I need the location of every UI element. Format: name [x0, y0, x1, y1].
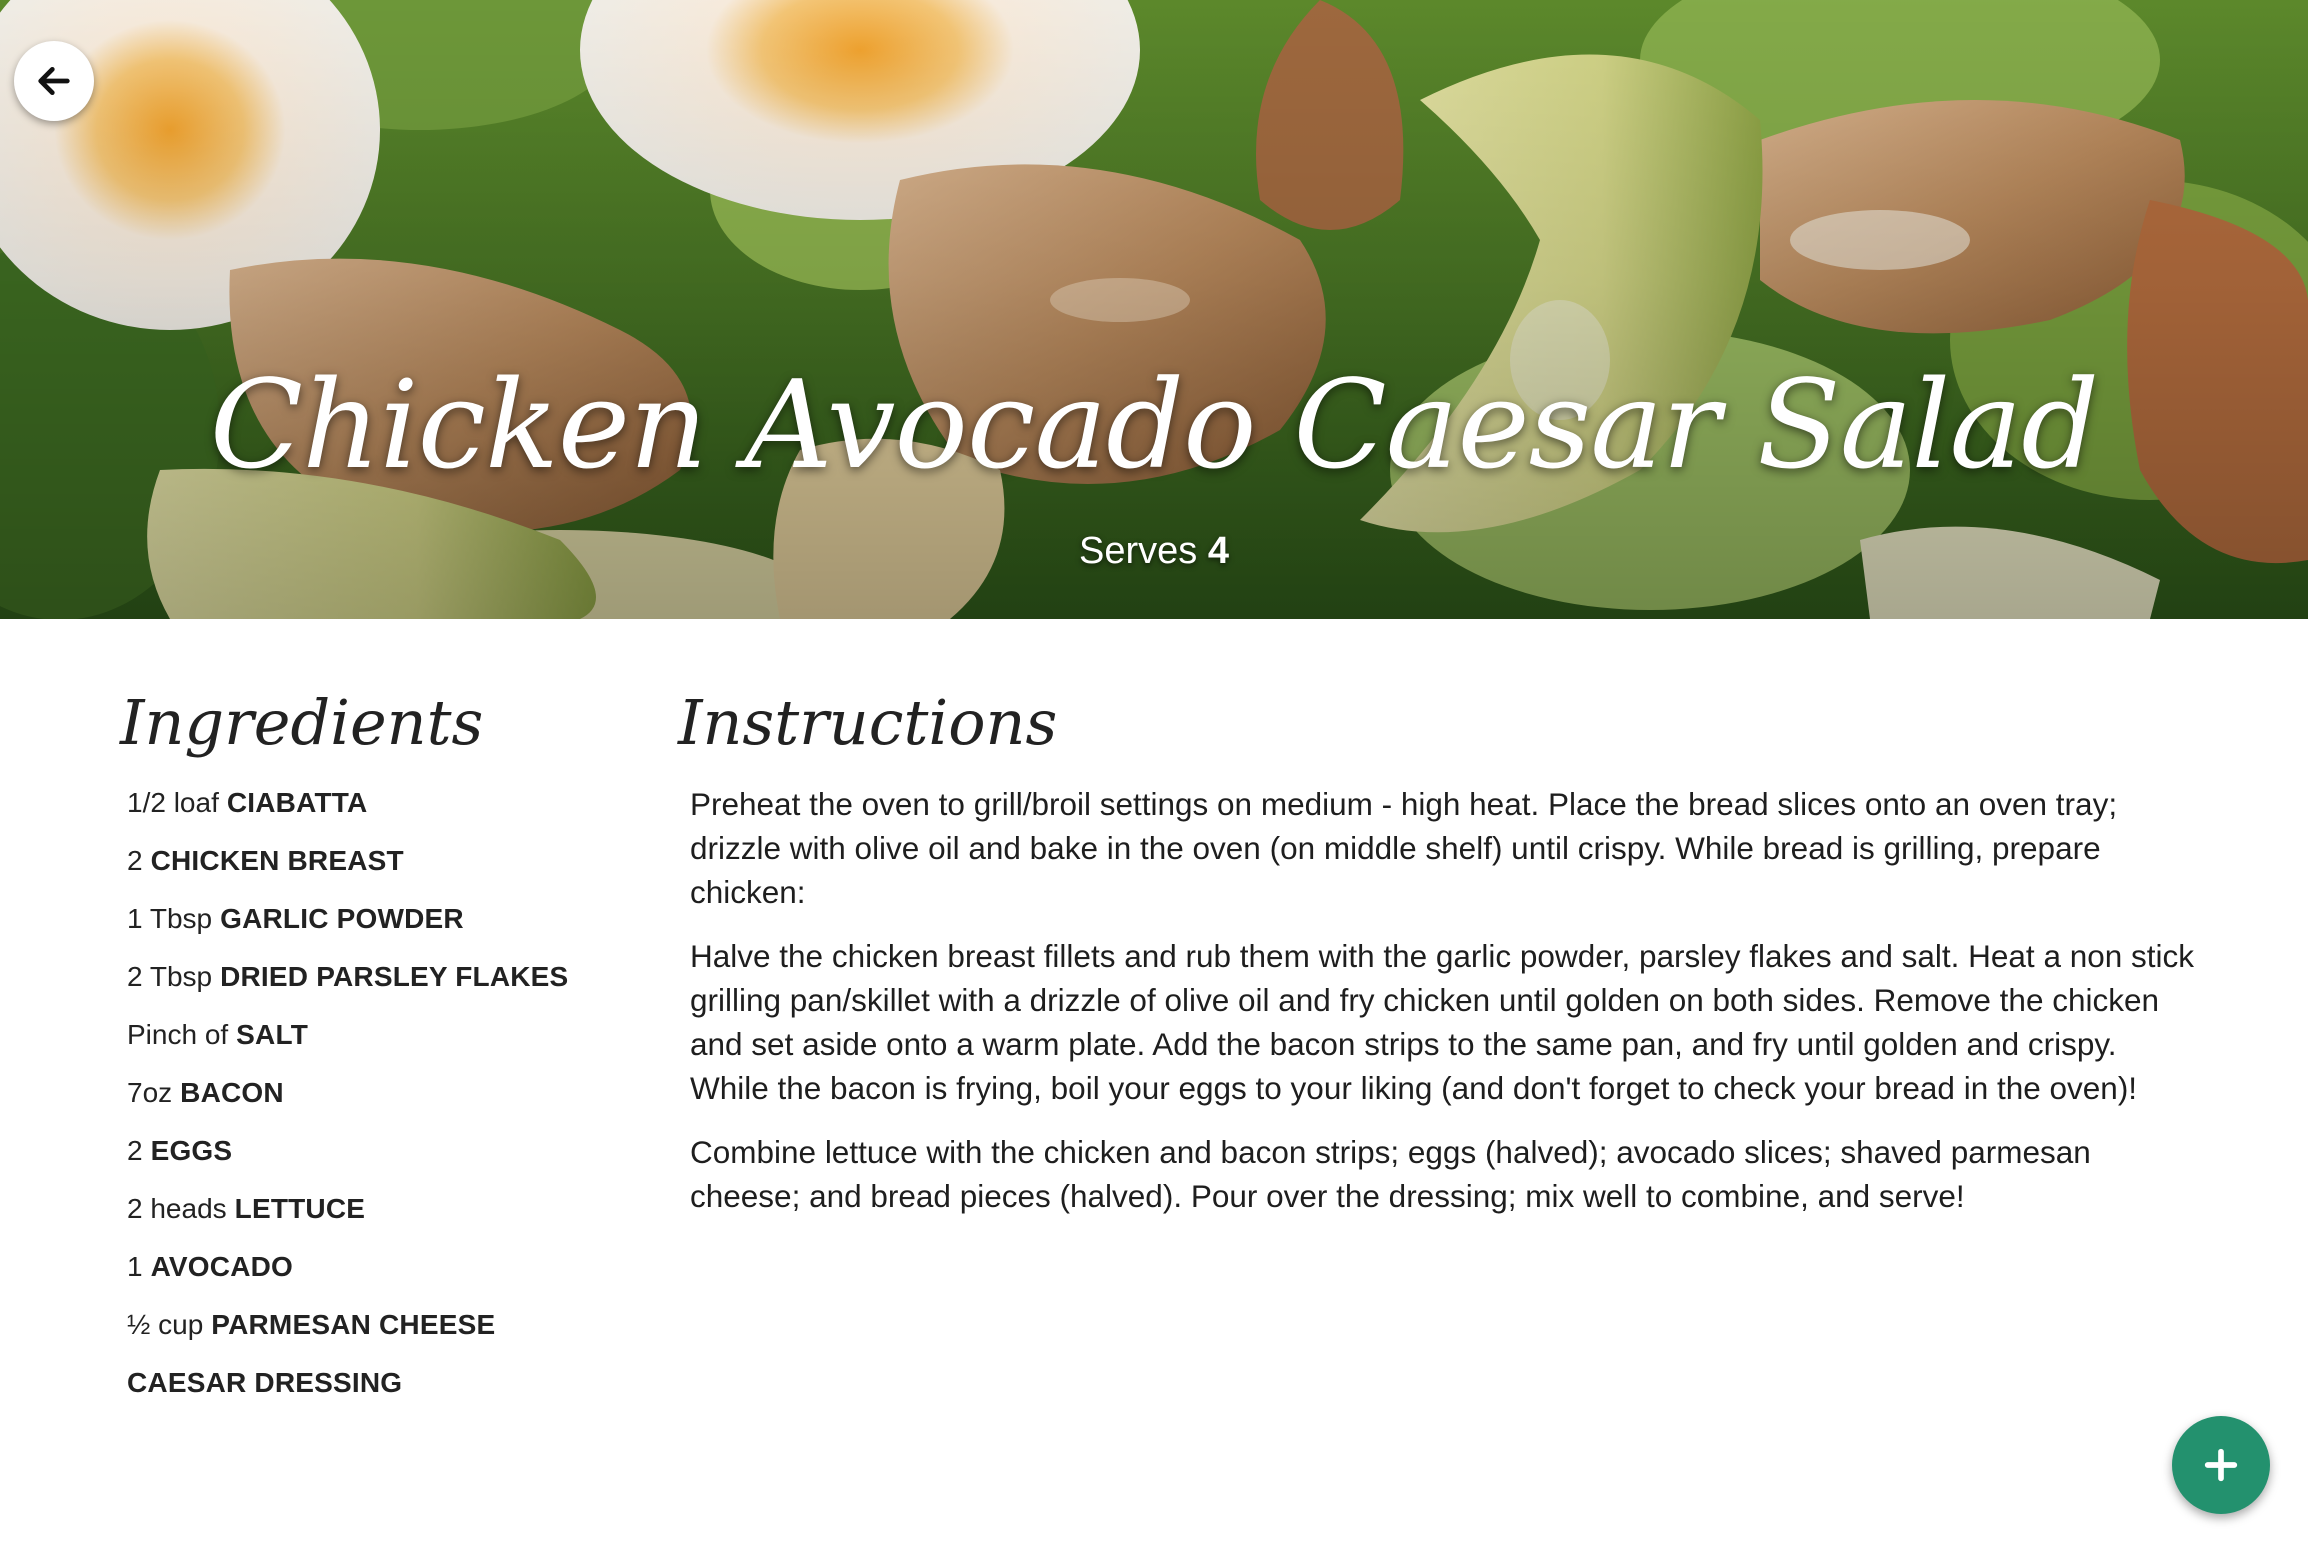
- ingredient-quantity: ½ cup: [127, 1309, 204, 1340]
- ingredient-quantity: 2: [127, 845, 143, 876]
- ingredient-item: 1 Tbsp GARLIC POWDER: [127, 890, 640, 948]
- ingredient-name: AVOCADO: [150, 1251, 294, 1282]
- ingredient-item: 1 AVOCADO: [127, 1238, 640, 1296]
- ingredient-item: 2 EGGS: [127, 1122, 640, 1180]
- ingredient-name: GARLIC POWDER: [220, 903, 464, 934]
- plus-icon: [2204, 1448, 2238, 1482]
- recipe-hero: Chicken Avocado Caesar Salad Serves 4: [0, 0, 2308, 619]
- ingredient-item: 2 Tbsp DRIED PARSLEY FLAKES: [127, 948, 640, 1006]
- ingredients-section: Ingredients 1/2 loaf CIABATTA 2 CHICKEN BRE…: [120, 678, 640, 1412]
- ingredient-quantity: 1 Tbsp: [127, 903, 213, 934]
- serves-count: 4: [1207, 530, 1229, 572]
- ingredient-name: BACON: [180, 1077, 284, 1108]
- ingredient-name: DRIED PARSLEY FLAKES: [220, 961, 569, 992]
- instruction-step: Combine lettuce with the chicken and bac…: [690, 1134, 2091, 1214]
- ingredient-item: 1/2 loaf CIABATTA: [127, 774, 640, 832]
- ingredient-name: CIABATTA: [226, 787, 368, 818]
- ingredients-list: 1/2 loaf CIABATTA 2 CHICKEN BREAST 1 Tbsp GAR…: [127, 774, 640, 1412]
- ingredient-item: CAESAR DRESSING: [127, 1354, 640, 1412]
- instructions-heading: Instructions: [678, 686, 1058, 759]
- back-button[interactable]: [14, 41, 94, 121]
- ingredient-name: SALT: [236, 1019, 308, 1050]
- ingredient-name: EGGS: [150, 1135, 233, 1166]
- ingredient-quantity: 2: [127, 1135, 143, 1166]
- serves-label: Serves: [1079, 530, 1198, 572]
- ingredient-quantity: 2 heads: [127, 1193, 227, 1224]
- ingredient-item: 2 heads LETTUCE: [127, 1180, 640, 1238]
- recipe-page: Chicken Avocado Caesar Salad Serves 4 In…: [0, 0, 2308, 1556]
- ingredient-quantity: 2 Tbsp: [127, 961, 213, 992]
- ingredient-quantity: 7oz: [127, 1077, 173, 1108]
- ingredient-item: ½ cup PARMESAN CHEESE: [127, 1296, 640, 1354]
- recipe-title: Chicken Avocado Caesar Salad: [209, 354, 2100, 496]
- ingredient-item: 7oz BACON: [127, 1064, 640, 1122]
- ingredient-item: Pinch of SALT: [127, 1006, 640, 1064]
- add-button[interactable]: [2172, 1416, 2270, 1514]
- ingredient-name: CAESAR DRESSING: [127, 1367, 403, 1398]
- ingredients-heading: Ingredients: [120, 686, 484, 759]
- ingredient-name: PARMESAN CHEESE: [211, 1309, 496, 1340]
- instruction-step: Halve the chicken breast fillets and rub…: [690, 938, 2195, 1106]
- instruction-step: Preheat the oven to grill/broil settings…: [690, 786, 2118, 910]
- instructions-steps: Preheat the oven to grill/broil settings…: [690, 782, 2200, 1218]
- serves-text: Serves 4: [0, 524, 2308, 578]
- ingredient-item: 2 CHICKEN BREAST: [127, 832, 640, 890]
- ingredient-quantity: 1/2 loaf: [127, 787, 219, 818]
- ingredient-name: CHICKEN BREAST: [150, 845, 404, 876]
- arrow-left-icon: [38, 67, 70, 95]
- ingredient-quantity: 1: [127, 1251, 143, 1282]
- ingredient-quantity: Pinch of: [127, 1019, 229, 1050]
- ingredient-name: LETTUCE: [234, 1193, 366, 1224]
- instructions-section: Instructions Preheat the oven to grill/b…: [678, 678, 2198, 1238]
